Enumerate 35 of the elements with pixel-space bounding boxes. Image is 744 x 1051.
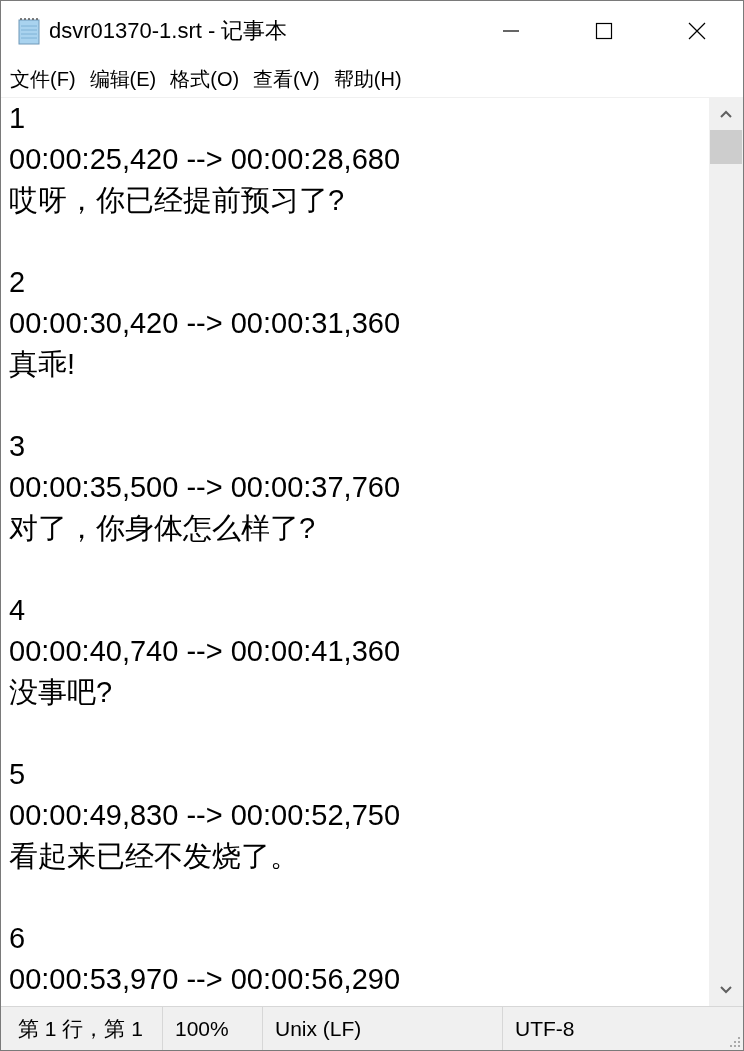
text-encoding: UTF-8 <box>514 1016 575 1042</box>
subtitle-text: 看起来已经不发烧了。 <box>9 839 300 874</box>
window-title: dsvr01370-1.srt - 记事本 <box>49 17 289 45</box>
cursor-position: 第 1 行，第 1 <box>1 1007 163 1050</box>
subtitle-text: 对了，你身体怎么样了? <box>9 511 317 546</box>
zoom-level: 100% <box>163 1007 263 1050</box>
subtitle-index: 5 <box>9 757 27 792</box>
subtitle-timing: 00:00:35,500 --> 00:00:37,760 <box>9 470 402 505</box>
subtitle-index: 1 <box>9 101 27 136</box>
menu-item[interactable]: 文件(F) <box>10 65 76 93</box>
subtitle-text: 哎呀，你已经提前预习了? <box>9 183 346 218</box>
subtitle-timing: 00:00:30,420 --> 00:00:31,360 <box>9 306 402 341</box>
notepad-icon <box>17 17 41 45</box>
subtitle-index: 4 <box>9 593 27 628</box>
subtitle-timing: 00:00:40,740 --> 00:00:41,360 <box>9 634 402 669</box>
scroll-down-icon[interactable] <box>720 986 732 994</box>
subtitle-index: 3 <box>9 429 27 464</box>
maximize-icon[interactable] <box>594 22 613 40</box>
resize-grip-icon[interactable] <box>729 1036 741 1048</box>
subtitle-timing: 00:00:49,830 --> 00:00:52,750 <box>9 798 402 833</box>
line-ending: Unix (LF) <box>263 1007 503 1050</box>
subtitle-timing: 00:00:53,970 --> 00:00:56,290 <box>9 962 402 997</box>
menu-item[interactable]: 查看(V) <box>253 65 320 93</box>
subtitle-index: 2 <box>9 265 27 300</box>
subtitle-text: 真乖! <box>9 347 77 382</box>
vertical-scrollbar[interactable] <box>709 98 743 1006</box>
menu-item[interactable]: 帮助(H) <box>333 65 402 93</box>
menu-item[interactable]: 编辑(E) <box>89 65 157 93</box>
close-icon[interactable] <box>687 22 706 40</box>
subtitle-timing: 00:00:25,420 --> 00:00:28,680 <box>9 142 402 177</box>
subtitle-index: 6 <box>9 921 27 956</box>
subtitle-text: 没事吧? <box>9 675 114 710</box>
scrollbar-thumb[interactable] <box>710 130 742 164</box>
scroll-up-icon[interactable] <box>720 110 732 118</box>
menu-item[interactable]: 格式(O) <box>170 65 240 93</box>
